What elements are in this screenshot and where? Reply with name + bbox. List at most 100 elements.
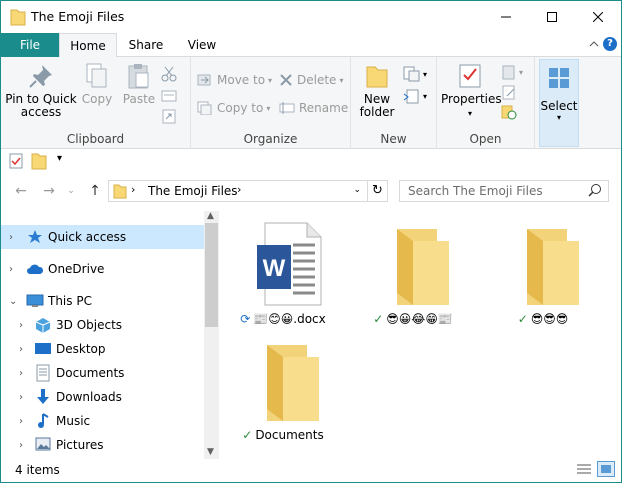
- folder-item[interactable]: ✓ 😎😎😎: [488, 221, 598, 326]
- paste-icon: [128, 64, 149, 89]
- properties-button[interactable]: Properties ▾: [441, 59, 502, 120]
- breadcrumb-separator-icon[interactable]: ›: [131, 183, 135, 196]
- expand-icon[interactable]: ›: [9, 232, 13, 243]
- rename-button[interactable]: Rename: [279, 97, 348, 119]
- tab-share[interactable]: Share: [119, 33, 173, 57]
- new-folder-label-1: New: [363, 92, 391, 106]
- nav-item-onedrive[interactable]: › OneDrive: [1, 257, 204, 281]
- new-folder-button[interactable]: New folder: [357, 59, 397, 119]
- scroll-down-icon[interactable]: ▼: [207, 447, 214, 457]
- scroll-up-icon[interactable]: ▲: [207, 211, 214, 221]
- sync-icon: ⟳: [240, 312, 251, 326]
- expand-icon[interactable]: ›: [19, 320, 23, 331]
- copy-button[interactable]: Copy: [79, 59, 115, 106]
- rename-label: Rename: [299, 101, 349, 115]
- select-button[interactable]: Select ▾: [539, 59, 579, 147]
- nav-item-desktop[interactable]: › Desktop: [1, 337, 204, 361]
- large-icons-view-icon[interactable]: [597, 461, 615, 477]
- refresh-icon[interactable]: ↻: [367, 181, 387, 201]
- move-to-button[interactable]: Move to ▾: [197, 69, 272, 91]
- nav-item-pictures[interactable]: › Pictures: [1, 433, 204, 457]
- organize-group: Move to ▾ Copy to ▾ Delete ▾ Rename Orga…: [191, 57, 351, 149]
- search-box[interactable]: Search The Emoji Files: [399, 180, 609, 202]
- scrollbar-thumb[interactable]: [205, 223, 218, 327]
- pin-icon: [29, 65, 52, 88]
- new-group: New folder ▾ ▾ New: [351, 57, 437, 149]
- title-bar[interactable]: The Emoji Files: [1, 1, 621, 33]
- nav-label: OneDrive: [48, 262, 105, 276]
- expand-icon[interactable]: ›: [19, 416, 23, 427]
- folder-item[interactable]: ✓ 😎😀😂😁📰: [358, 221, 468, 326]
- new-folder-label-2: folder: [359, 105, 395, 119]
- address-dropdown-icon[interactable]: ⌄: [353, 185, 361, 195]
- expand-icon[interactable]: ›: [19, 344, 23, 355]
- nav-item-this-pc[interactable]: ⌄ This PC: [1, 289, 204, 313]
- collapse-icon[interactable]: ⌄: [9, 296, 17, 307]
- forward-icon[interactable]: →: [39, 181, 59, 201]
- search-icon[interactable]: [588, 183, 602, 202]
- folder-item[interactable]: ✓ Documents: [228, 337, 338, 442]
- minimize-button[interactable]: [483, 1, 529, 33]
- nav-item-3d-objects[interactable]: › 3D Objects: [1, 313, 204, 337]
- nav-item-downloads[interactable]: › Downloads: [1, 385, 204, 409]
- copy-to-icon: [197, 101, 212, 115]
- paste-shortcut-icon: [162, 109, 176, 124]
- collapse-ribbon-icon[interactable]: [589, 37, 599, 54]
- open-group-label: Open: [469, 132, 502, 146]
- edit-button[interactable]: [501, 81, 517, 103]
- copy-path-icon: [161, 90, 177, 102]
- navigation-pane: › Quick access › OneDrive ⌄ This PC › 3D…: [1, 211, 219, 459]
- maximize-button[interactable]: [529, 1, 575, 33]
- minimize-icon: [501, 16, 511, 18]
- tab-view[interactable]: View: [175, 33, 229, 57]
- file-item[interactable]: W ⟳ 📰😊😀.docx: [228, 221, 338, 326]
- expand-icon[interactable]: ›: [19, 440, 23, 451]
- tab-file[interactable]: File: [1, 33, 59, 57]
- cut-button[interactable]: [161, 63, 177, 85]
- nav-item-documents[interactable]: › Documents: [1, 361, 204, 385]
- folder-icon: [10, 8, 26, 29]
- star-icon: [27, 229, 43, 248]
- nav-label: Music: [56, 414, 91, 428]
- up-icon[interactable]: ↑: [85, 181, 105, 201]
- properties-small-icon[interactable]: [9, 153, 23, 172]
- expand-icon[interactable]: ›: [19, 392, 23, 403]
- item-count: 4 items: [15, 463, 60, 477]
- easy-access-button[interactable]: ▾: [403, 85, 427, 107]
- close-button[interactable]: [575, 1, 621, 33]
- nav-scrollbar[interactable]: ▲ ▼: [204, 211, 219, 459]
- synced-icon: ✓: [517, 312, 528, 326]
- download-icon: [36, 388, 50, 409]
- expand-icon[interactable]: ›: [19, 368, 23, 379]
- copy-path-button[interactable]: [161, 85, 177, 107]
- pictures-icon: [35, 437, 51, 454]
- address-bar[interactable]: › The Emoji Files › ⌄ ↻: [108, 180, 388, 202]
- new-item-button[interactable]: ▾: [403, 63, 427, 85]
- organize-group-label: Organize: [243, 132, 298, 146]
- nav-item-quick-access[interactable]: › Quick access: [1, 225, 204, 249]
- expand-icon[interactable]: ›: [9, 264, 13, 275]
- tab-home[interactable]: Home: [59, 33, 117, 58]
- details-view-icon[interactable]: [577, 463, 591, 478]
- paste-shortcut-button[interactable]: [161, 105, 177, 127]
- new-folder-small-icon[interactable]: [31, 152, 47, 173]
- back-icon[interactable]: ←: [11, 181, 31, 201]
- history-button[interactable]: [501, 101, 517, 123]
- nav-item-music[interactable]: › Music: [1, 409, 204, 433]
- recent-locations-icon[interactable]: ⌄: [61, 181, 81, 201]
- open-button[interactable]: ▾: [501, 61, 523, 83]
- properties-icon: [459, 64, 481, 88]
- music-icon: [36, 412, 50, 433]
- search-input[interactable]: Search The Emoji Files: [408, 184, 543, 198]
- paste-button[interactable]: Paste: [119, 59, 159, 106]
- breadcrumb-separator-icon[interactable]: ›: [237, 183, 241, 196]
- navigation-bar: ← → ⌄ ↑ › The Emoji Files › ⌄ ↻ Search T…: [1, 177, 621, 205]
- customize-toolbar-icon[interactable]: ▾: [57, 153, 62, 164]
- help-icon[interactable]: ?: [603, 37, 617, 51]
- pin-to-quick-access-button[interactable]: Pin to Quick access: [5, 59, 77, 119]
- breadcrumb[interactable]: The Emoji Files: [148, 184, 238, 198]
- copy-to-button[interactable]: Copy to ▾: [197, 97, 270, 119]
- new-item-icon: [403, 66, 420, 82]
- delete-button[interactable]: Delete ▾: [279, 69, 343, 91]
- easy-access-icon: [403, 89, 419, 104]
